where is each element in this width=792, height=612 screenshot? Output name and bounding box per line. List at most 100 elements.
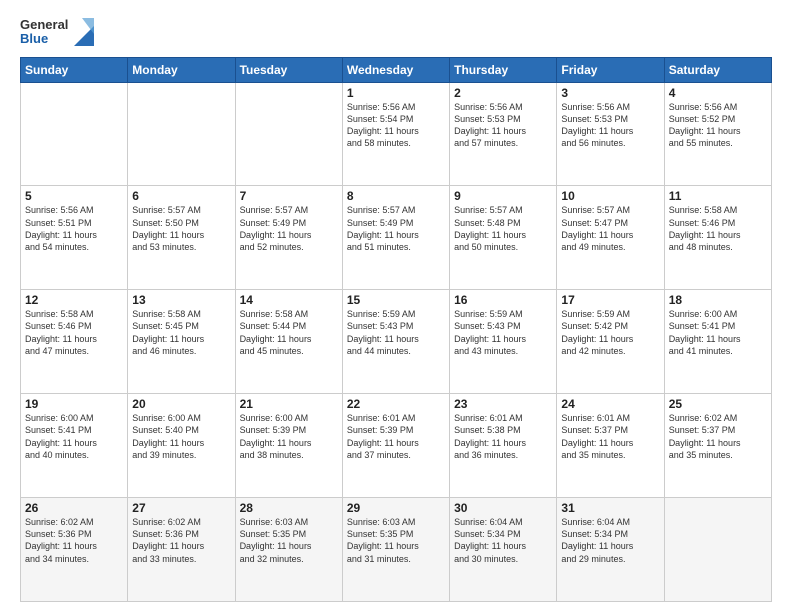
day-number: 11 <box>669 189 767 203</box>
day-number: 28 <box>240 501 338 515</box>
day-number: 16 <box>454 293 552 307</box>
calendar-cell: 1Sunrise: 5:56 AM Sunset: 5:54 PM Daylig… <box>342 82 449 186</box>
cell-info: Sunrise: 6:00 AM Sunset: 5:41 PM Dayligh… <box>669 308 767 357</box>
page: GeneralBlue SundayMondayTuesdayWednesday… <box>0 0 792 612</box>
calendar-cell: 29Sunrise: 6:03 AM Sunset: 5:35 PM Dayli… <box>342 498 449 602</box>
day-number: 10 <box>561 189 659 203</box>
cell-info: Sunrise: 5:57 AM Sunset: 5:47 PM Dayligh… <box>561 204 659 253</box>
calendar-cell <box>664 498 771 602</box>
cell-info: Sunrise: 5:57 AM Sunset: 5:49 PM Dayligh… <box>240 204 338 253</box>
day-number: 15 <box>347 293 445 307</box>
calendar-cell: 23Sunrise: 6:01 AM Sunset: 5:38 PM Dayli… <box>450 394 557 498</box>
calendar-cell <box>21 82 128 186</box>
calendar-cell: 17Sunrise: 5:59 AM Sunset: 5:42 PM Dayli… <box>557 290 664 394</box>
calendar-cell: 16Sunrise: 5:59 AM Sunset: 5:43 PM Dayli… <box>450 290 557 394</box>
day-number: 12 <box>25 293 123 307</box>
calendar-cell: 15Sunrise: 5:59 AM Sunset: 5:43 PM Dayli… <box>342 290 449 394</box>
calendar-cell: 27Sunrise: 6:02 AM Sunset: 5:36 PM Dayli… <box>128 498 235 602</box>
logo: GeneralBlue <box>20 18 94 47</box>
weekday-header-wednesday: Wednesday <box>342 57 449 82</box>
weekday-header-friday: Friday <box>557 57 664 82</box>
day-number: 17 <box>561 293 659 307</box>
calendar-cell: 11Sunrise: 5:58 AM Sunset: 5:46 PM Dayli… <box>664 186 771 290</box>
weekday-header-sunday: Sunday <box>21 57 128 82</box>
day-number: 1 <box>347 86 445 100</box>
day-number: 31 <box>561 501 659 515</box>
calendar-cell: 26Sunrise: 6:02 AM Sunset: 5:36 PM Dayli… <box>21 498 128 602</box>
cell-info: Sunrise: 5:56 AM Sunset: 5:51 PM Dayligh… <box>25 204 123 253</box>
cell-info: Sunrise: 5:56 AM Sunset: 5:53 PM Dayligh… <box>561 101 659 150</box>
calendar-cell: 25Sunrise: 6:02 AM Sunset: 5:37 PM Dayli… <box>664 394 771 498</box>
day-number: 5 <box>25 189 123 203</box>
day-number: 19 <box>25 397 123 411</box>
cell-info: Sunrise: 5:56 AM Sunset: 5:52 PM Dayligh… <box>669 101 767 150</box>
day-number: 14 <box>240 293 338 307</box>
weekday-header-monday: Monday <box>128 57 235 82</box>
calendar-cell: 6Sunrise: 5:57 AM Sunset: 5:50 PM Daylig… <box>128 186 235 290</box>
calendar-cell <box>235 82 342 186</box>
calendar-cell: 5Sunrise: 5:56 AM Sunset: 5:51 PM Daylig… <box>21 186 128 290</box>
cell-info: Sunrise: 6:00 AM Sunset: 5:41 PM Dayligh… <box>25 412 123 461</box>
calendar-week-4: 26Sunrise: 6:02 AM Sunset: 5:36 PM Dayli… <box>21 498 772 602</box>
logo-general-text: General <box>20 18 68 32</box>
calendar-cell: 7Sunrise: 5:57 AM Sunset: 5:49 PM Daylig… <box>235 186 342 290</box>
cell-info: Sunrise: 6:01 AM Sunset: 5:38 PM Dayligh… <box>454 412 552 461</box>
cell-info: Sunrise: 6:01 AM Sunset: 5:37 PM Dayligh… <box>561 412 659 461</box>
cell-info: Sunrise: 5:58 AM Sunset: 5:46 PM Dayligh… <box>669 204 767 253</box>
calendar-week-0: 1Sunrise: 5:56 AM Sunset: 5:54 PM Daylig… <box>21 82 772 186</box>
cell-info: Sunrise: 6:02 AM Sunset: 5:37 PM Dayligh… <box>669 412 767 461</box>
day-number: 21 <box>240 397 338 411</box>
calendar-week-3: 19Sunrise: 6:00 AM Sunset: 5:41 PM Dayli… <box>21 394 772 498</box>
cell-info: Sunrise: 5:58 AM Sunset: 5:46 PM Dayligh… <box>25 308 123 357</box>
weekday-header-row: SundayMondayTuesdayWednesdayThursdayFrid… <box>21 57 772 82</box>
cell-info: Sunrise: 6:00 AM Sunset: 5:40 PM Dayligh… <box>132 412 230 461</box>
day-number: 8 <box>347 189 445 203</box>
calendar-table: SundayMondayTuesdayWednesdayThursdayFrid… <box>20 57 772 602</box>
day-number: 2 <box>454 86 552 100</box>
cell-info: Sunrise: 6:02 AM Sunset: 5:36 PM Dayligh… <box>25 516 123 565</box>
day-number: 30 <box>454 501 552 515</box>
cell-info: Sunrise: 6:03 AM Sunset: 5:35 PM Dayligh… <box>240 516 338 565</box>
day-number: 9 <box>454 189 552 203</box>
cell-info: Sunrise: 5:57 AM Sunset: 5:50 PM Dayligh… <box>132 204 230 253</box>
calendar-cell: 8Sunrise: 5:57 AM Sunset: 5:49 PM Daylig… <box>342 186 449 290</box>
day-number: 24 <box>561 397 659 411</box>
calendar-cell: 30Sunrise: 6:04 AM Sunset: 5:34 PM Dayli… <box>450 498 557 602</box>
cell-info: Sunrise: 6:00 AM Sunset: 5:39 PM Dayligh… <box>240 412 338 461</box>
day-number: 18 <box>669 293 767 307</box>
day-number: 23 <box>454 397 552 411</box>
day-number: 13 <box>132 293 230 307</box>
calendar-cell: 9Sunrise: 5:57 AM Sunset: 5:48 PM Daylig… <box>450 186 557 290</box>
calendar-cell: 31Sunrise: 6:04 AM Sunset: 5:34 PM Dayli… <box>557 498 664 602</box>
cell-info: Sunrise: 5:58 AM Sunset: 5:44 PM Dayligh… <box>240 308 338 357</box>
calendar-cell: 22Sunrise: 6:01 AM Sunset: 5:39 PM Dayli… <box>342 394 449 498</box>
calendar-cell: 20Sunrise: 6:00 AM Sunset: 5:40 PM Dayli… <box>128 394 235 498</box>
day-number: 3 <box>561 86 659 100</box>
calendar-cell: 24Sunrise: 6:01 AM Sunset: 5:37 PM Dayli… <box>557 394 664 498</box>
day-number: 27 <box>132 501 230 515</box>
cell-info: Sunrise: 5:59 AM Sunset: 5:43 PM Dayligh… <box>454 308 552 357</box>
weekday-header-saturday: Saturday <box>664 57 771 82</box>
calendar-cell: 21Sunrise: 6:00 AM Sunset: 5:39 PM Dayli… <box>235 394 342 498</box>
logo-blue-text: Blue <box>20 32 68 46</box>
calendar-cell: 19Sunrise: 6:00 AM Sunset: 5:41 PM Dayli… <box>21 394 128 498</box>
cell-info: Sunrise: 6:04 AM Sunset: 5:34 PM Dayligh… <box>454 516 552 565</box>
calendar-week-2: 12Sunrise: 5:58 AM Sunset: 5:46 PM Dayli… <box>21 290 772 394</box>
cell-info: Sunrise: 6:02 AM Sunset: 5:36 PM Dayligh… <box>132 516 230 565</box>
calendar-cell: 2Sunrise: 5:56 AM Sunset: 5:53 PM Daylig… <box>450 82 557 186</box>
header: GeneralBlue <box>20 18 772 47</box>
cell-info: Sunrise: 5:58 AM Sunset: 5:45 PM Dayligh… <box>132 308 230 357</box>
logo-triangle-icon <box>74 18 94 46</box>
calendar-cell: 3Sunrise: 5:56 AM Sunset: 5:53 PM Daylig… <box>557 82 664 186</box>
day-number: 20 <box>132 397 230 411</box>
calendar-cell: 14Sunrise: 5:58 AM Sunset: 5:44 PM Dayli… <box>235 290 342 394</box>
calendar-week-1: 5Sunrise: 5:56 AM Sunset: 5:51 PM Daylig… <box>21 186 772 290</box>
cell-info: Sunrise: 5:56 AM Sunset: 5:53 PM Dayligh… <box>454 101 552 150</box>
day-number: 29 <box>347 501 445 515</box>
cell-info: Sunrise: 5:57 AM Sunset: 5:49 PM Dayligh… <box>347 204 445 253</box>
calendar-cell <box>128 82 235 186</box>
cell-info: Sunrise: 5:57 AM Sunset: 5:48 PM Dayligh… <box>454 204 552 253</box>
calendar-cell: 18Sunrise: 6:00 AM Sunset: 5:41 PM Dayli… <box>664 290 771 394</box>
calendar-cell: 13Sunrise: 5:58 AM Sunset: 5:45 PM Dayli… <box>128 290 235 394</box>
cell-info: Sunrise: 6:03 AM Sunset: 5:35 PM Dayligh… <box>347 516 445 565</box>
